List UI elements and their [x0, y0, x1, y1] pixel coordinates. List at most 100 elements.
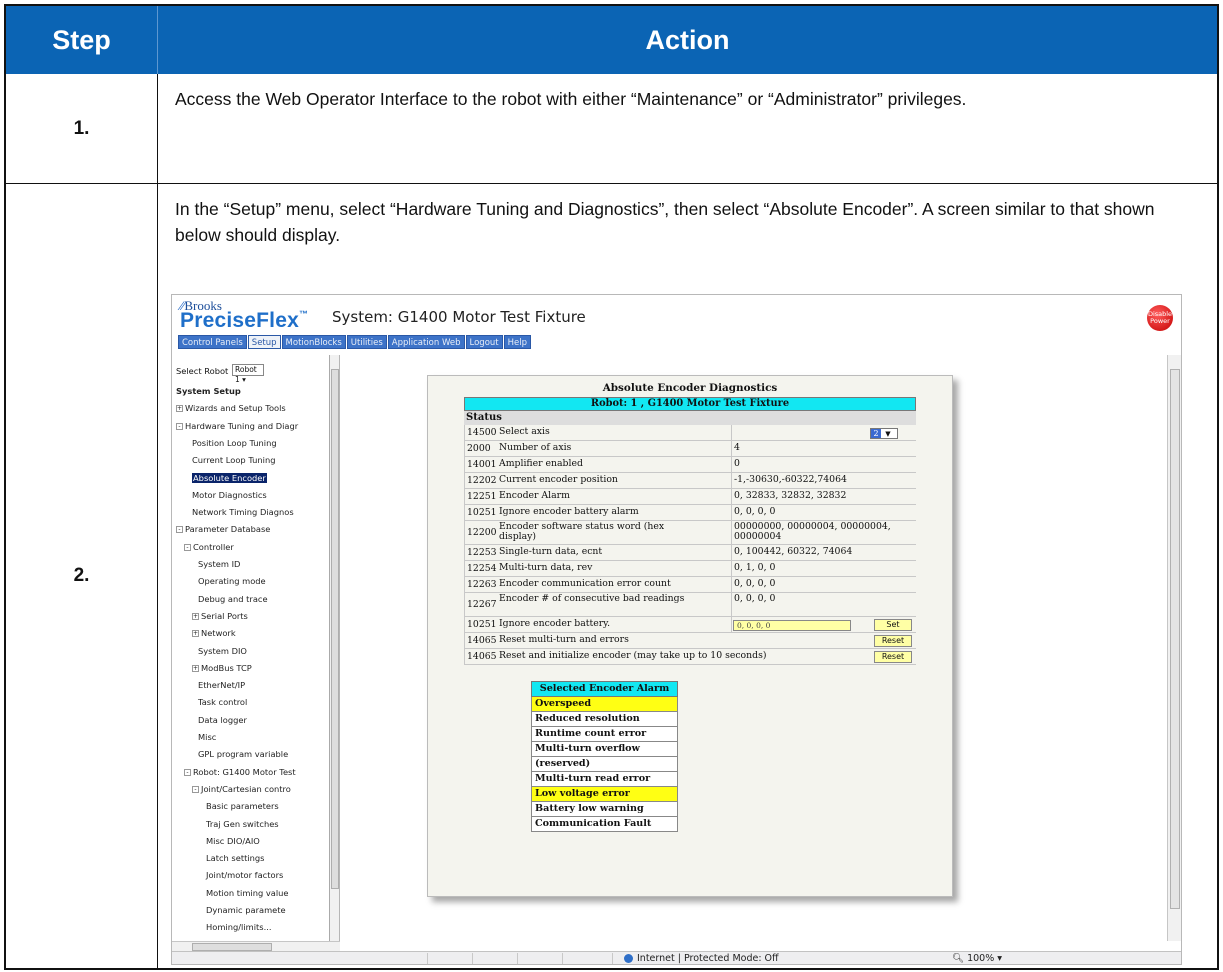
- tree-item[interactable]: - Joint/Cartesian contro: [192, 784, 291, 794]
- expand-icon[interactable]: +: [176, 405, 183, 413]
- tree-item[interactable]: Homing/limits...: [206, 922, 272, 932]
- column-divider: [731, 617, 732, 632]
- header-step: Step: [6, 6, 158, 74]
- parameter-id: 12263: [467, 579, 497, 590]
- tree-item[interactable]: - Robot: G1400 Motor Test: [184, 767, 296, 777]
- tree-item[interactable]: Current Loop Tuning: [192, 455, 276, 465]
- tree-item[interactable]: Operating mode: [198, 576, 266, 586]
- collapse-icon[interactable]: -: [184, 768, 191, 776]
- scroll-thumb[interactable]: [192, 943, 272, 951]
- tree-item[interactable]: + Wizards and Setup Tools: [176, 403, 286, 413]
- collapse-icon[interactable]: -: [192, 785, 199, 793]
- tree-item[interactable]: Misc DIO/AIO: [206, 836, 260, 846]
- tree-item[interactable]: Data logger: [198, 715, 247, 725]
- app-banner: ⁄⁄Brooks PreciseFlex™ System: G1400 Moto…: [172, 295, 1181, 351]
- disable-power-button[interactable]: Disable Power: [1147, 305, 1173, 331]
- tree-item-label: Position Loop Tuning: [192, 437, 277, 448]
- alarm-item: Multi-turn read error: [531, 772, 678, 787]
- left-scrollbar[interactable]: [330, 355, 340, 941]
- column-divider: [731, 577, 732, 592]
- nav-tab-motionblocks[interactable]: MotionBlocks: [281, 335, 346, 349]
- tree-item[interactable]: - Parameter Database: [176, 524, 270, 534]
- browser-statusbar: Internet | Protected Mode: Off 🔍︎ 100% ▾: [172, 951, 1181, 964]
- tree-item[interactable]: - Controller: [184, 542, 234, 552]
- tree-item[interactable]: System Setup: [176, 386, 241, 396]
- tree-item-label: Serial Ports: [201, 610, 248, 621]
- alarm-item: Low voltage error: [531, 787, 678, 802]
- horizontal-scrollbar[interactable]: [172, 941, 340, 951]
- parameter-label: Ignore encoder battery.: [499, 618, 611, 629]
- magnifier-icon: 🔍︎: [952, 953, 965, 964]
- axis-select[interactable]: 2 ▼: [870, 428, 898, 439]
- tree-item[interactable]: + Network: [192, 628, 236, 638]
- parameter-label: Single-turn data, ecnt: [499, 546, 603, 557]
- tree-item[interactable]: + Serial Ports: [192, 611, 248, 621]
- tree-item[interactable]: System DIO: [198, 646, 247, 656]
- expand-icon[interactable]: +: [192, 612, 199, 620]
- parameter-row: 14065 Reset multi-turn and errors Reset: [464, 633, 916, 649]
- parameter-row: 12253 Single-turn data, ecnt 0, 100442, 60…: [464, 545, 916, 561]
- nav-tab-logout[interactable]: Logout: [465, 335, 503, 349]
- tree-item[interactable]: Traj Gen switches: [206, 819, 279, 829]
- scroll-thumb[interactable]: [331, 369, 339, 889]
- tree-item[interactable]: Task control: [198, 697, 247, 707]
- parameter-row: 2000 Number of axis 4: [464, 441, 916, 457]
- header-action: Action: [645, 24, 730, 55]
- parameter-label: Current encoder position: [499, 474, 618, 485]
- scroll-thumb[interactable]: [1170, 369, 1180, 909]
- security-zone[interactable]: Internet | Protected Mode: Off: [624, 953, 779, 964]
- parameter-row: 12267 Encoder # of consecutive bad readin…: [464, 593, 916, 617]
- expand-icon[interactable]: +: [192, 630, 199, 638]
- nav-tab-setup[interactable]: Setup: [247, 335, 281, 349]
- collapse-icon[interactable]: -: [176, 422, 183, 430]
- tree-item[interactable]: System ID: [198, 559, 240, 569]
- parameter-value: 0: [734, 458, 740, 469]
- tree-item[interactable]: Joint/motor factors: [206, 870, 283, 880]
- nav-tab-control-panels[interactable]: Control Panels: [178, 335, 247, 349]
- reset-button[interactable]: Reset: [874, 635, 912, 647]
- alarm-item: Multi-turn overflow: [531, 742, 678, 757]
- nav-tab-application-web[interactable]: Application Web: [387, 335, 465, 349]
- tree-item-label: Debug and trace: [198, 593, 268, 604]
- main-frame: Absolute Encoder Diagnostics Robot: 1 , …: [341, 355, 1169, 941]
- ignore-battery-input[interactable]: 0, 0, 0, 0: [733, 620, 851, 631]
- tree-item[interactable]: + ModBus TCP: [192, 663, 252, 673]
- action-text: Access the Web Operator Interface to the…: [175, 89, 967, 109]
- tree-item[interactable]: EtherNet/IP: [198, 680, 245, 690]
- parameter-label: Encoder software status word (hex displa…: [499, 521, 665, 543]
- tree-item[interactable]: Motor Diagnostics: [192, 490, 267, 500]
- expand-icon[interactable]: +: [192, 664, 199, 672]
- tree-item[interactable]: Position Loop Tuning: [192, 438, 277, 448]
- alarm-item: Runtime count error: [531, 727, 678, 742]
- nav-tab-utilities[interactable]: Utilities: [346, 335, 387, 349]
- tree-item[interactable]: GPL program variable: [198, 749, 288, 759]
- tree-item[interactable]: Misc: [198, 732, 216, 742]
- tree-item-label: Wizards and Setup Tools: [185, 403, 286, 414]
- tree-item[interactable]: Absolute Encoder: [192, 472, 267, 483]
- web-interface-screenshot: ⁄⁄Brooks PreciseFlex™ System: G1400 Moto…: [171, 294, 1182, 965]
- tree-item[interactable]: Dynamic paramete: [206, 905, 286, 915]
- left-frame: Select Robot Robot 1 ▾ System Setup + Wiza…: [172, 355, 330, 941]
- set-button[interactable]: Set: [874, 619, 912, 631]
- tree-item[interactable]: Network Timing Diagnos: [192, 507, 294, 517]
- select-robot-dropdown[interactable]: Robot 1 ▾: [232, 364, 264, 384]
- reset-button[interactable]: Reset: [874, 651, 912, 663]
- tree-item[interactable]: Motion timing value: [206, 888, 289, 898]
- parameter-label: Reset multi-turn and errors: [499, 634, 629, 645]
- right-scrollbar[interactable]: [1167, 355, 1181, 941]
- tree-item[interactable]: Debug and trace: [198, 594, 268, 604]
- tree-item[interactable]: Latch settings: [206, 853, 265, 863]
- status-divider: [517, 953, 518, 964]
- tree-item-label: System ID: [198, 559, 241, 569]
- step-number: 2.: [6, 184, 158, 968]
- encoder-panel: Absolute Encoder Diagnostics Robot: 1 , …: [427, 375, 953, 897]
- collapse-icon[interactable]: -: [176, 526, 183, 534]
- tree-item[interactable]: - Hardware Tuning and Diagr: [176, 421, 298, 431]
- collapse-icon[interactable]: -: [184, 543, 191, 551]
- nav-tab-help[interactable]: Help: [503, 335, 532, 349]
- parameter-label: Encoder communication error count: [499, 578, 671, 589]
- robot-banner: Robot: 1 , G1400 Motor Test Fixture: [464, 397, 916, 411]
- column-divider: [731, 505, 732, 520]
- zoom-control[interactable]: 🔍︎ 100% ▾: [952, 953, 1002, 964]
- tree-item[interactable]: Basic parameters: [206, 801, 279, 811]
